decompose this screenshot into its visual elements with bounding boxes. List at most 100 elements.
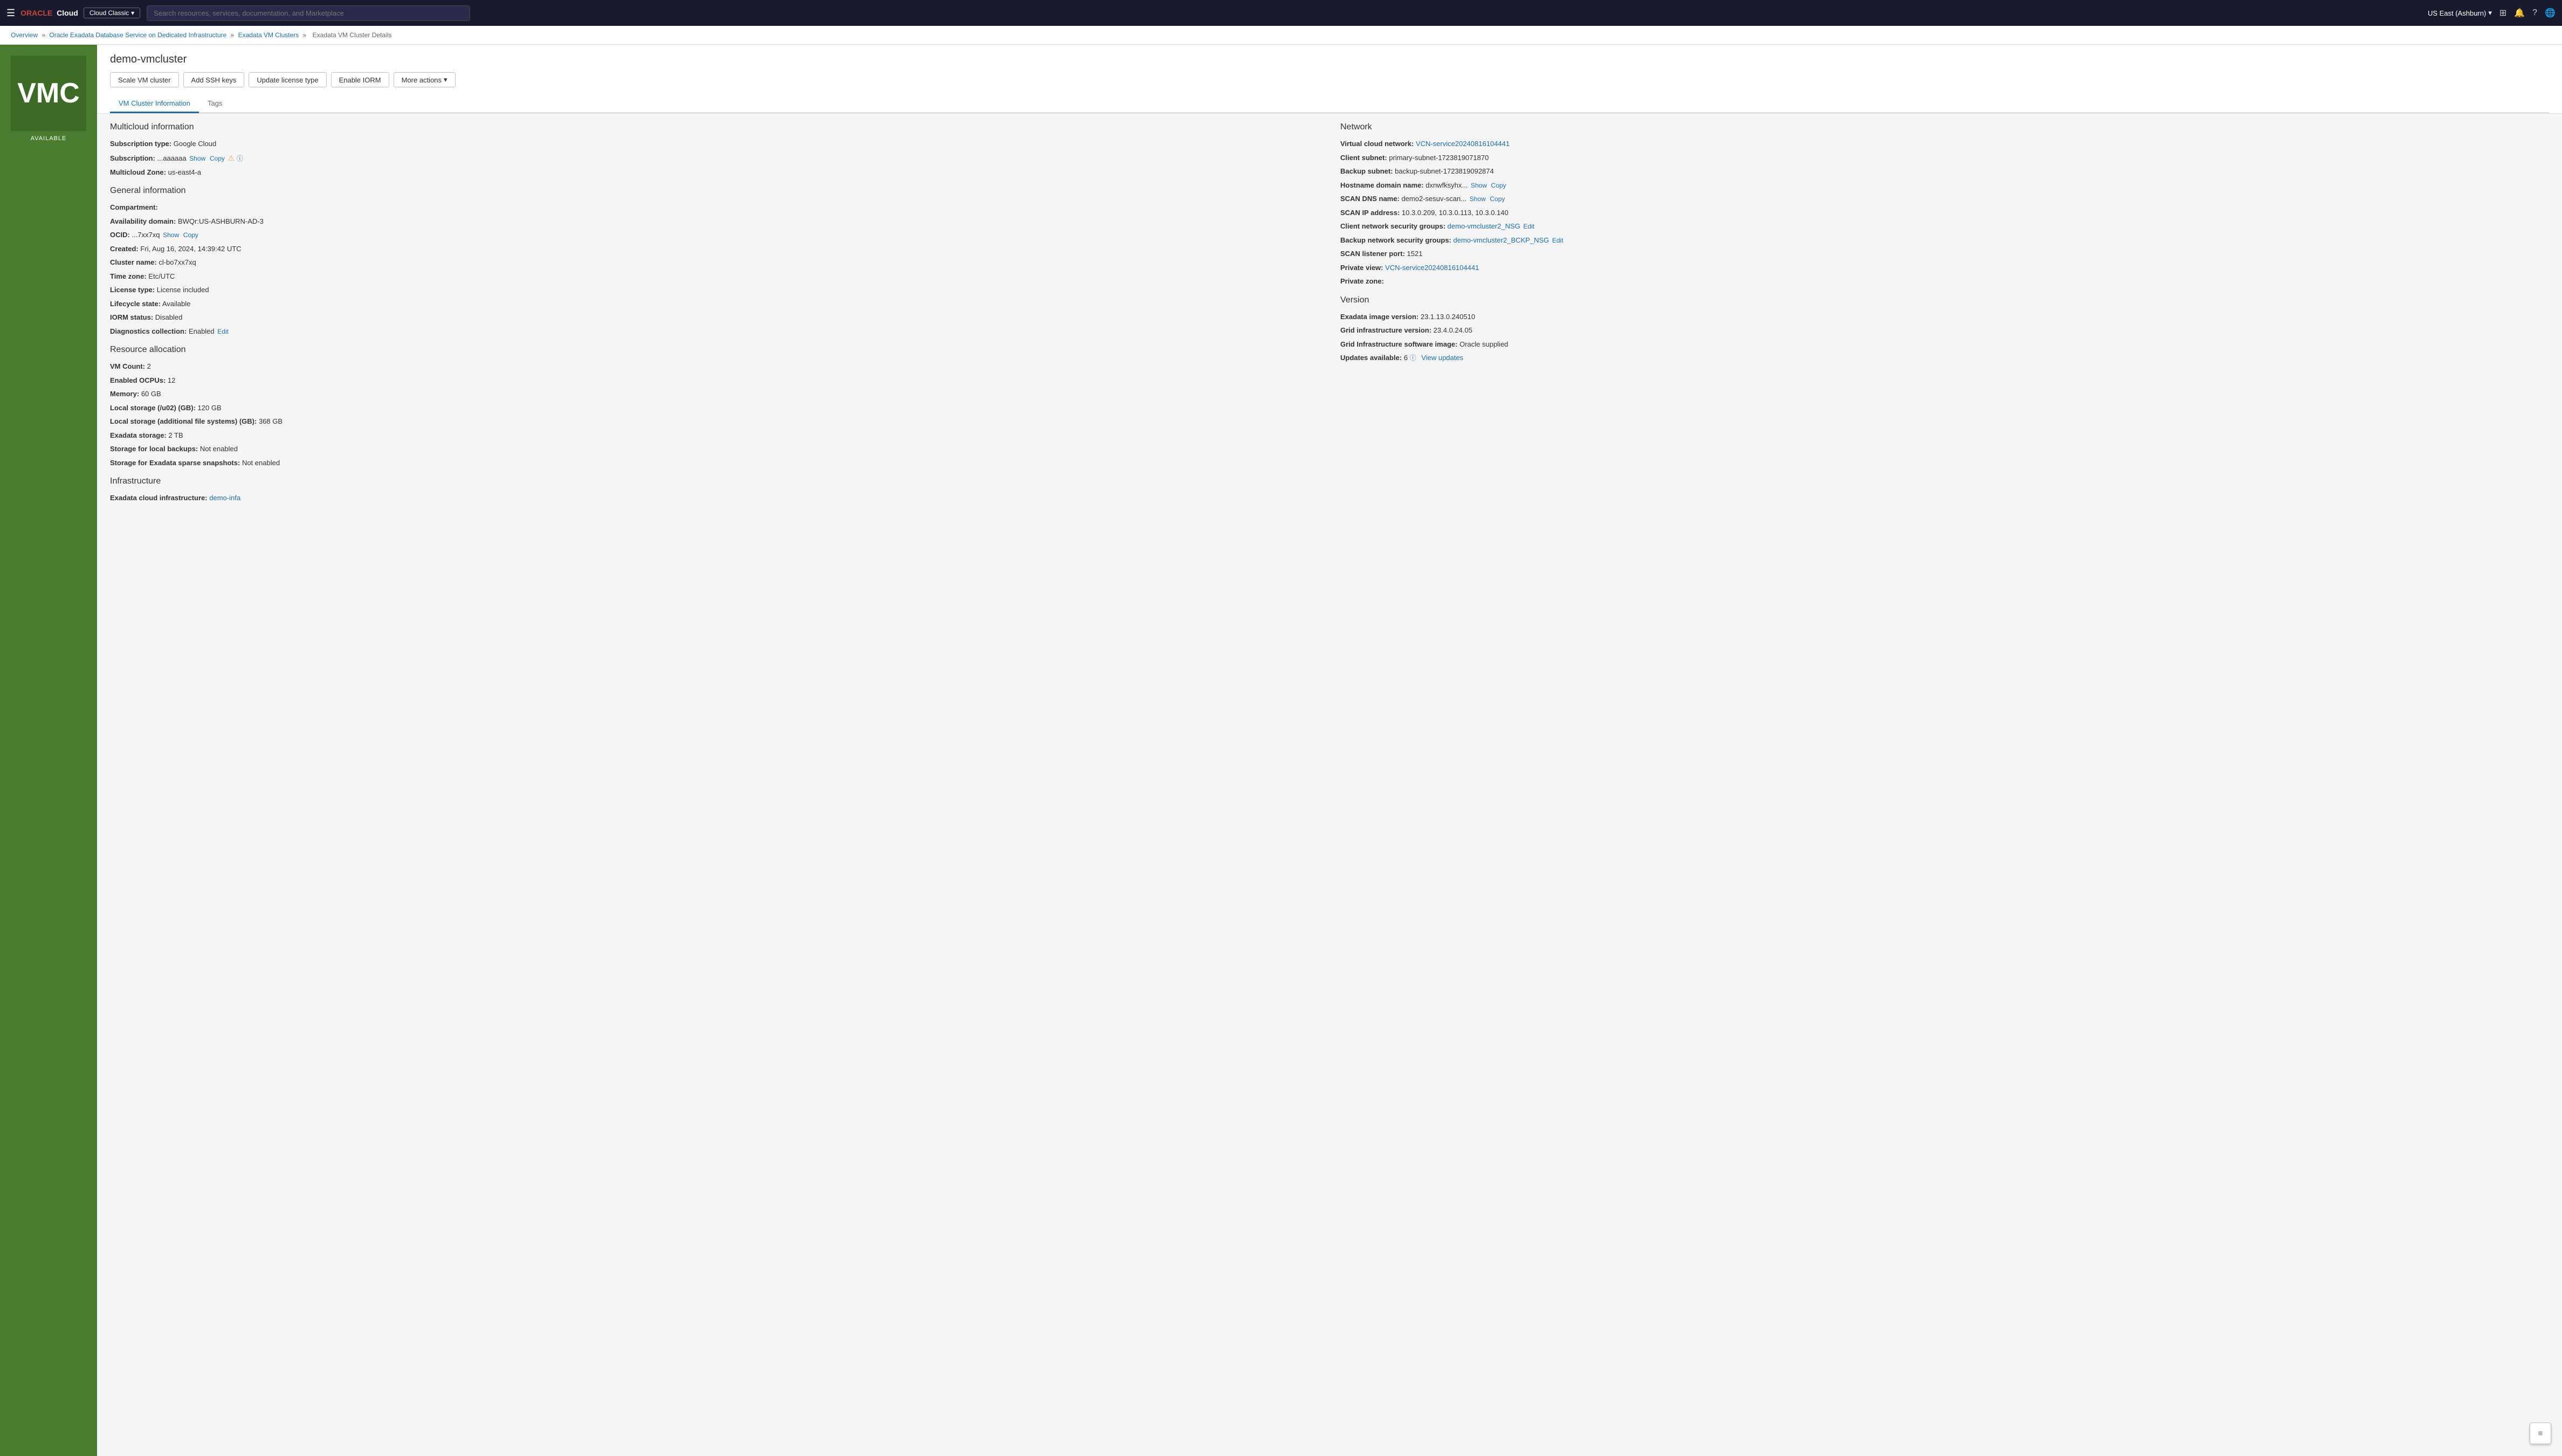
cluster-name-row: Cluster name: cl-bo7xx7xq xyxy=(110,257,1319,268)
vm-count-row: VM Count: 2 xyxy=(110,361,1319,372)
backup-subnet-row: Backup subnet: backup-subnet-17238190928… xyxy=(1340,166,2549,177)
chevron-down-icon: ▾ xyxy=(444,75,447,84)
private-view-link[interactable]: VCN-service20240816104441 xyxy=(1385,264,1479,272)
vcn-link[interactable]: VCN-service20240816104441 xyxy=(1416,140,1510,148)
multicloud-section-title: Multicloud information xyxy=(110,122,1319,132)
client-nsg-link[interactable]: demo-vmcluster2_NSG xyxy=(1448,222,1520,230)
subscription-type-row: Subscription type: Google Cloud xyxy=(110,139,1319,149)
page-header: demo-vmcluster Scale VM cluster Add SSH … xyxy=(97,45,2562,114)
action-buttons: Scale VM cluster Add SSH keys Update lic… xyxy=(110,72,2549,87)
scan-dns-copy-button[interactable]: Copy xyxy=(1489,195,1506,203)
scale-vm-cluster-button[interactable]: Scale VM cluster xyxy=(110,72,179,87)
info-left: Multicloud information Subscription type… xyxy=(110,122,1319,507)
nav-right: US East (Ashburn) ▾ ⊞ 🔔 ? 🌐 xyxy=(2428,8,2556,18)
bell-icon[interactable]: 🔔 xyxy=(2514,8,2525,18)
info-icon: ⓘ xyxy=(237,155,243,162)
help-icon[interactable]: ? xyxy=(2532,8,2537,18)
subscription-row: Subscription: ...aaaaaa Show Copy ⚠ ⓘ xyxy=(110,153,1319,164)
info-right: Network Virtual cloud network: VCN-servi… xyxy=(1340,122,2549,507)
breadcrumb-overview[interactable]: Overview xyxy=(11,31,38,39)
local-storage-afs-row: Local storage (additional file systems) … xyxy=(110,416,1319,427)
diagnostics-row: Diagnostics collection: Enabled Edit xyxy=(110,326,1319,337)
availability-domain-row: Availability domain: BWQr:US-ASHBURN-AD-… xyxy=(110,216,1319,227)
backup-nsg-edit-button[interactable]: Edit xyxy=(1551,237,1565,244)
general-section-title: General information xyxy=(110,186,1319,196)
region-selector[interactable]: US East (Ashburn) ▾ xyxy=(2428,9,2492,17)
exadata-image-row: Exadata image version: 23.1.13.0.240510 xyxy=(1340,312,2549,322)
compartment-row: Compartment: xyxy=(110,202,1319,213)
hostname-row: Hostname domain name: dxnwfksyhx... Show… xyxy=(1340,180,2549,191)
lifecycle-state-row: Lifecycle state: Available xyxy=(110,299,1319,309)
subscription-copy-button[interactable]: Copy xyxy=(209,155,226,162)
breadcrumb-exadata[interactable]: Oracle Exadata Database Service on Dedic… xyxy=(49,31,226,39)
private-zone-row: Private zone: xyxy=(1340,276,2549,287)
left-panel: VMC AVAILABLE xyxy=(0,45,97,1456)
created-row: Created: Fri, Aug 16, 2024, 14:39:42 UTC xyxy=(110,244,1319,254)
hamburger-menu-icon[interactable]: ☰ xyxy=(6,8,15,19)
cloud-classic-badge[interactable]: Cloud Classic ▾ xyxy=(84,8,140,18)
tab-tags[interactable]: Tags xyxy=(199,95,231,113)
more-actions-button[interactable]: More actions ▾ xyxy=(394,72,456,87)
nav-left: ☰ ORACLE Cloud Cloud Classic ▾ xyxy=(6,8,140,19)
hostname-copy-button[interactable]: Copy xyxy=(1490,182,1507,189)
status-badge: AVAILABLE xyxy=(31,135,67,142)
exadata-storage-row: Exadata storage: 2 TB xyxy=(110,430,1319,441)
info-body: Multicloud information Subscription type… xyxy=(97,114,2562,515)
scan-dns-row: SCAN DNS name: demo2-sesuv-scan... Show … xyxy=(1340,194,2549,204)
exadata-cloud-link[interactable]: demo-infa xyxy=(209,494,240,502)
scan-ip-row: SCAN IP address: 10.3.0.209, 10.3.0.113,… xyxy=(1340,208,2549,218)
breadcrumb-current: Exadata VM Cluster Details xyxy=(313,31,392,39)
tabs: VM Cluster Information Tags xyxy=(110,95,2549,113)
main-layout: VMC AVAILABLE demo-vmcluster Scale VM cl… xyxy=(0,45,2562,1456)
scan-dns-show-button[interactable]: Show xyxy=(1469,195,1487,203)
vmc-icon: VMC xyxy=(11,56,86,131)
multicloud-zone-row: Multicloud Zone: us-east4-a xyxy=(110,167,1319,178)
update-license-type-button[interactable]: Update license type xyxy=(249,72,326,87)
enable-iorm-button[interactable]: Enable IORM xyxy=(331,72,389,87)
client-nsg-edit-button[interactable]: Edit xyxy=(1522,223,1535,230)
breadcrumb: Overview » Oracle Exadata Database Servi… xyxy=(0,26,2562,45)
hostname-show-button[interactable]: Show xyxy=(1470,182,1488,189)
globe-icon[interactable]: 🌐 xyxy=(2545,8,2556,18)
client-nsg-row: Client network security groups: demo-vmc… xyxy=(1340,221,2549,232)
add-ssh-keys-button[interactable]: Add SSH keys xyxy=(183,72,245,87)
top-navigation: ☰ ORACLE Cloud Cloud Classic ▾ US East (… xyxy=(0,0,2562,26)
grid-infra-row: Grid infrastructure version: 23.4.0.24.0… xyxy=(1340,325,2549,336)
local-backups-row: Storage for local backups: Not enabled xyxy=(110,444,1319,454)
private-view-row: Private view: VCN-service20240816104441 xyxy=(1340,263,2549,273)
exadata-cloud-row: Exadata cloud infrastructure: demo-infa xyxy=(110,493,1319,503)
license-type-row: License type: License included xyxy=(110,285,1319,295)
vcn-row: Virtual cloud network: VCN-service202408… xyxy=(1340,139,2549,149)
ocid-copy-button[interactable]: Copy xyxy=(182,231,199,239)
diagnostics-edit-button[interactable]: Edit xyxy=(216,328,230,335)
view-updates-link[interactable]: View updates xyxy=(1421,354,1463,362)
memory-row: Memory: 60 GB xyxy=(110,389,1319,399)
ocid-show-button[interactable]: Show xyxy=(162,231,180,239)
iorm-status-row: IORM status: Disabled xyxy=(110,312,1319,323)
enabled-ocpus-row: Enabled OCPUs: 12 xyxy=(110,375,1319,386)
time-zone-row: Time zone: Etc/UTC xyxy=(110,271,1319,282)
ocid-row: OCID: ...7xx7xq Show Copy xyxy=(110,230,1319,240)
backup-nsg-row: Backup network security groups: demo-vmc… xyxy=(1340,235,2549,246)
subscription-show-button[interactable]: Show xyxy=(188,155,206,162)
page-title: demo-vmcluster xyxy=(110,53,2549,66)
infrastructure-section-title: Infrastructure xyxy=(110,477,1319,486)
backup-nsg-link[interactable]: demo-vmcluster2_BCKP_NSG xyxy=(1454,236,1549,244)
help-fab-icon: ⊞ xyxy=(2538,1431,2543,1437)
updates-info-icon: ⓘ xyxy=(1410,354,1416,362)
grid-icon[interactable]: ⊞ xyxy=(2499,8,2506,18)
resource-allocation-section-title: Resource allocation xyxy=(110,345,1319,355)
search-input[interactable] xyxy=(147,5,470,21)
tab-vm-cluster-info[interactable]: VM Cluster Information xyxy=(110,95,199,113)
breadcrumb-clusters[interactable]: Exadata VM Clusters xyxy=(238,31,299,39)
sparse-snapshots-row: Storage for Exadata sparse snapshots: No… xyxy=(110,458,1319,468)
oracle-logo: ORACLE Cloud xyxy=(20,9,78,17)
updates-available-row: Updates available: 6 ⓘ View updates xyxy=(1340,353,2549,363)
help-fab[interactable]: ⊞ xyxy=(2530,1423,2551,1444)
grid-software-row: Grid Infrastructure software image: Orac… xyxy=(1340,339,2549,350)
version-section-title: Version xyxy=(1340,295,2549,305)
warning-icon: ⚠ xyxy=(228,154,235,162)
local-storage-u02-row: Local storage (/u02) (GB): 120 GB xyxy=(110,403,1319,413)
content-area: demo-vmcluster Scale VM cluster Add SSH … xyxy=(97,45,2562,1456)
scan-listener-row: SCAN listener port: 1521 xyxy=(1340,249,2549,259)
